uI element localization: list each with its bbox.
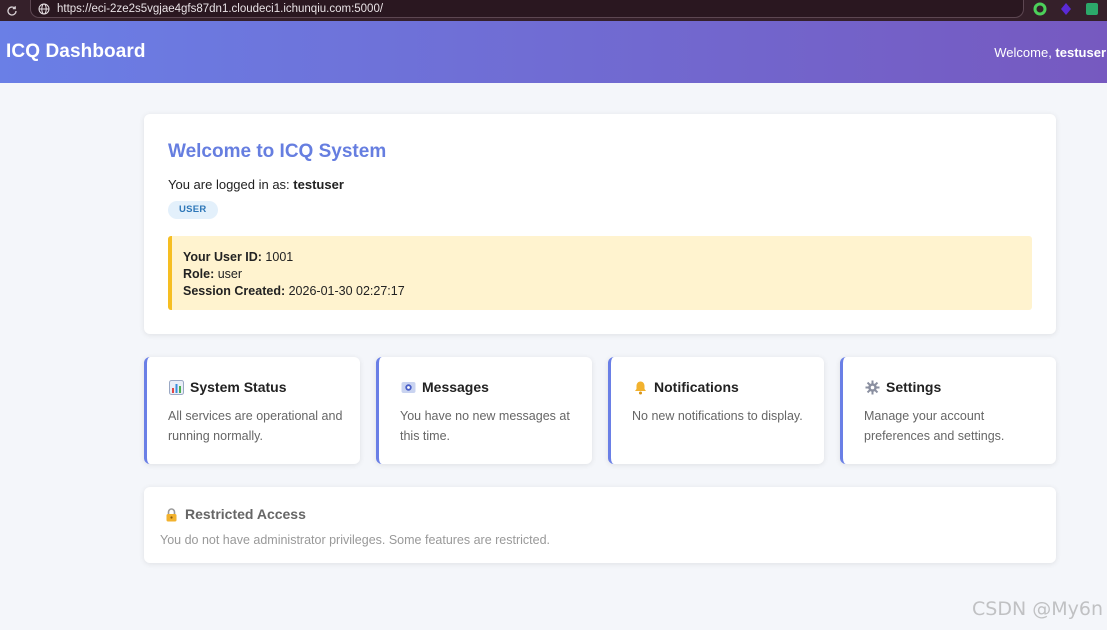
system-status-header: System Status [168, 379, 286, 395]
user-id-row: Your User ID: 1001 [183, 249, 1032, 266]
app-title: ICQ Dashboard [6, 41, 146, 62]
purple-diamond-extension-icon[interactable] [1058, 1, 1074, 17]
settings-card[interactable]: Settings Manage your account preferences… [840, 357, 1056, 464]
messages-card[interactable]: Messages You have no new messages at thi… [376, 357, 592, 464]
welcome-title: Welcome to ICQ System [168, 141, 387, 162]
bar-chart-icon [168, 379, 184, 395]
csdn-watermark: CSDN @My6n [972, 598, 1103, 620]
restricted-access-card: Restricted Access You do not have admini… [144, 487, 1056, 563]
notifications-description: No new notifications to display. [632, 409, 803, 423]
session-row: Session Created: 2026-01-30 02:27:17 [183, 283, 1032, 300]
logged-in-prefix: You are logged in as: [168, 177, 294, 192]
bell-icon [632, 379, 648, 395]
role-label: Role: [183, 267, 215, 281]
messages-header: Messages [400, 379, 489, 395]
restricted-access-description: You do not have administrator privileges… [160, 533, 551, 547]
messages-title: Messages [422, 379, 489, 395]
app-header: ICQ Dashboard Welcome, testuser [0, 21, 1107, 83]
role-value: user [214, 267, 243, 281]
settings-title: Settings [886, 379, 942, 395]
notifications-title: Notifications [654, 379, 739, 395]
session-value: 2026-01-30 02:27:17 [285, 284, 405, 298]
reload-icon[interactable] [0, 0, 24, 21]
lock-icon [163, 506, 179, 522]
system-status-card[interactable]: System Status All services are operation… [144, 357, 360, 464]
message-icon [400, 379, 416, 395]
extension-icons [1032, 0, 1100, 18]
user-id-label: Your User ID: [183, 250, 262, 264]
header-welcome-prefix: Welcome, [994, 45, 1056, 60]
notifications-header: Notifications [632, 379, 739, 395]
system-status-description: All services are operational and running… [168, 409, 343, 443]
role-badge: USER [168, 201, 218, 219]
system-status-title: System Status [190, 379, 287, 395]
user-id-value: 1001 [261, 250, 294, 264]
user-info-box: Your User ID: 1001 Role: user Session Cr… [168, 236, 1032, 310]
address-bar[interactable]: https://eci-2ze2s5vgjae4gfs87dn1.cloudec… [30, 0, 1024, 18]
green-ring-extension-icon[interactable] [1032, 1, 1048, 17]
notifications-card[interactable]: Notifications No new notifications to di… [608, 357, 824, 464]
role-row: Role: user [183, 266, 1032, 283]
globe-icon [37, 2, 51, 16]
logged-in-line: You are logged in as: testuser [168, 177, 344, 192]
gear-icon [864, 379, 880, 395]
restricted-access-title: Restricted Access [185, 506, 306, 522]
messages-description: You have no new messages at this time. [400, 409, 570, 443]
header-welcome: Welcome, testuser [994, 45, 1106, 60]
green-square-extension-icon[interactable] [1084, 1, 1100, 17]
welcome-card: Welcome to ICQ System You are logged in … [144, 114, 1056, 334]
session-label: Session Created: [183, 284, 286, 298]
browser-toolbar: https://eci-2ze2s5vgjae4gfs87dn1.cloudec… [0, 0, 1107, 21]
restricted-access-header: Restricted Access [163, 506, 306, 522]
logged-in-username: testuser [293, 177, 344, 192]
url-text: https://eci-2ze2s5vgjae4gfs87dn1.cloudec… [57, 2, 384, 15]
settings-header: Settings [864, 379, 941, 395]
settings-description: Manage your account preferences and sett… [864, 409, 1005, 443]
header-username: testuser [1055, 45, 1106, 60]
